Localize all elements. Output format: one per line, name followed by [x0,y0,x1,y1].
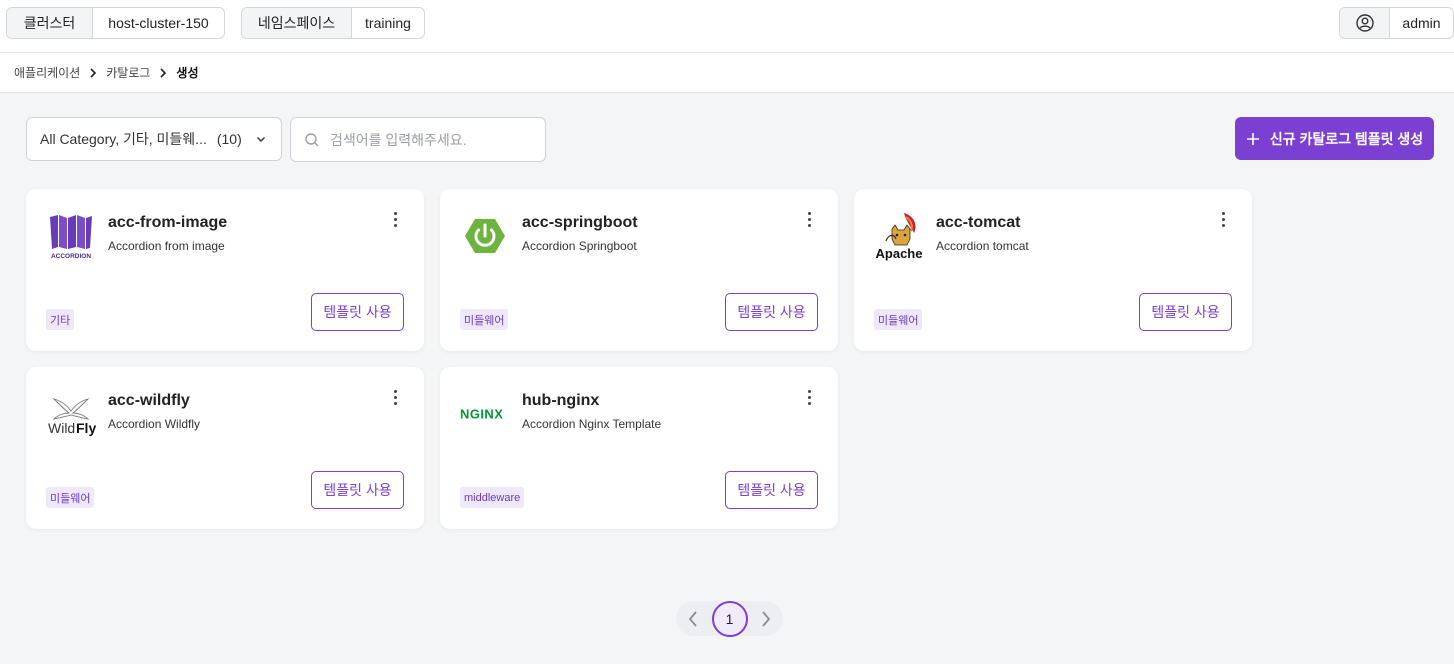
category-filter-dropdown[interactable]: All Category, 기타, 미들웨... (10) [26,117,282,161]
more-vertical-icon[interactable] [800,209,818,229]
use-template-button[interactable]: 템플릿 사용 [725,471,818,509]
catalog-card: Wild Fly acc-wildfly Accordion Wildfly 미… [26,367,424,529]
namespace-label: 네임스페이스 [242,8,352,38]
search-icon [305,132,319,146]
top-bar: 클러스터 host-cluster-150 네임스페이스 training ad… [0,0,1454,53]
catalog-card: ACCORDION acc-from-image Accordion from … [26,189,424,351]
namespace-value: training [365,15,411,31]
svg-text:Wild: Wild [48,420,75,436]
category-tag: 미들웨어 [46,487,95,508]
cluster-label: 클러스터 [7,8,93,38]
card-title: hub-nginx [522,392,600,409]
svg-text:Fly: Fly [76,420,96,436]
category-tag: 미들웨어 [460,309,509,330]
search-box [290,117,546,162]
breadcrumb-item-applications[interactable]: 애플리케이션 [14,64,80,81]
use-template-button[interactable]: 템플릿 사용 [725,293,818,331]
category-filter-label: All Category, 기타, 미들웨... [40,131,207,147]
more-vertical-icon[interactable] [386,387,404,407]
user-name: admin [1402,15,1441,31]
springboot-logo [460,211,510,261]
plus-icon [1246,132,1260,146]
new-catalog-template-button[interactable]: 신규 카탈로그 템플릿 생성 [1235,117,1434,160]
nginx-logo: NGINX [460,389,510,439]
more-vertical-icon[interactable] [1214,209,1232,229]
svg-text:Apache: Apache [876,246,923,261]
card-title: acc-wildfly [108,392,190,409]
category-filter-count: (10) [216,131,242,147]
pagination: 1 [676,600,783,637]
new-catalog-template-label: 신규 카탈로그 템플릿 생성 [1269,130,1424,147]
category-tag: 미들웨어 [874,309,923,330]
card-description: Accordion tomcat [936,239,1029,253]
catalog-card: Apache acc-tomcat Accordion tomcat 미들웨어 … [854,189,1252,351]
user-avatar-icon-box [1340,8,1390,38]
cluster-selector[interactable]: 클러스터 host-cluster-150 [6,7,225,39]
user-menu[interactable]: admin [1339,7,1454,39]
user-circle-icon [1355,14,1374,32]
breadcrumb-item-create: 생성 [176,66,199,80]
page-number-button[interactable]: 1 [711,600,748,637]
card-description: Accordion Nginx Template [522,417,662,431]
breadcrumb: 애플리케이션 카탈로그 생성 [0,53,1454,93]
catalog-card: acc-springboot Accordion Springboot 미들웨어… [440,189,838,351]
more-vertical-icon[interactable] [386,209,404,229]
svg-text:ACCORDION: ACCORDION [51,253,91,260]
category-tag: middleware [460,487,525,508]
namespace-selector[interactable]: 네임스페이스 training [241,7,425,39]
chevron-right-icon [159,67,167,78]
card-title: acc-springboot [522,214,638,231]
more-vertical-icon[interactable] [800,387,818,407]
chevron-down-icon [257,137,265,142]
card-title: acc-tomcat [936,214,1021,231]
card-description: Accordion Wildfly [108,417,201,431]
chevron-right-icon [89,67,97,78]
chevron-right-icon[interactable] [757,610,775,628]
catalog-card: NGINX hub-nginx Accordion Nginx Template… [440,367,838,529]
wildfly-logo: Wild Fly [46,389,96,439]
search-input[interactable] [330,131,530,148]
card-description: Accordion from image [108,239,225,253]
use-template-button[interactable]: 템플릿 사용 [1139,293,1232,331]
card-description: Accordion Springboot [522,239,637,253]
breadcrumb-item-catalog[interactable]: 카탈로그 [106,64,150,81]
accordion-logo: ACCORDION [46,211,96,261]
use-template-button[interactable]: 템플릿 사용 [311,293,404,331]
category-tag: 기타 [46,309,75,330]
chevron-left-icon[interactable] [684,610,702,628]
use-template-button[interactable]: 템플릿 사용 [311,471,404,509]
cluster-value: host-cluster-150 [108,15,209,31]
apache-tomcat-logo: Apache [874,211,924,261]
card-title: acc-from-image [108,214,228,231]
svg-text:NGINX: NGINX [460,407,503,422]
